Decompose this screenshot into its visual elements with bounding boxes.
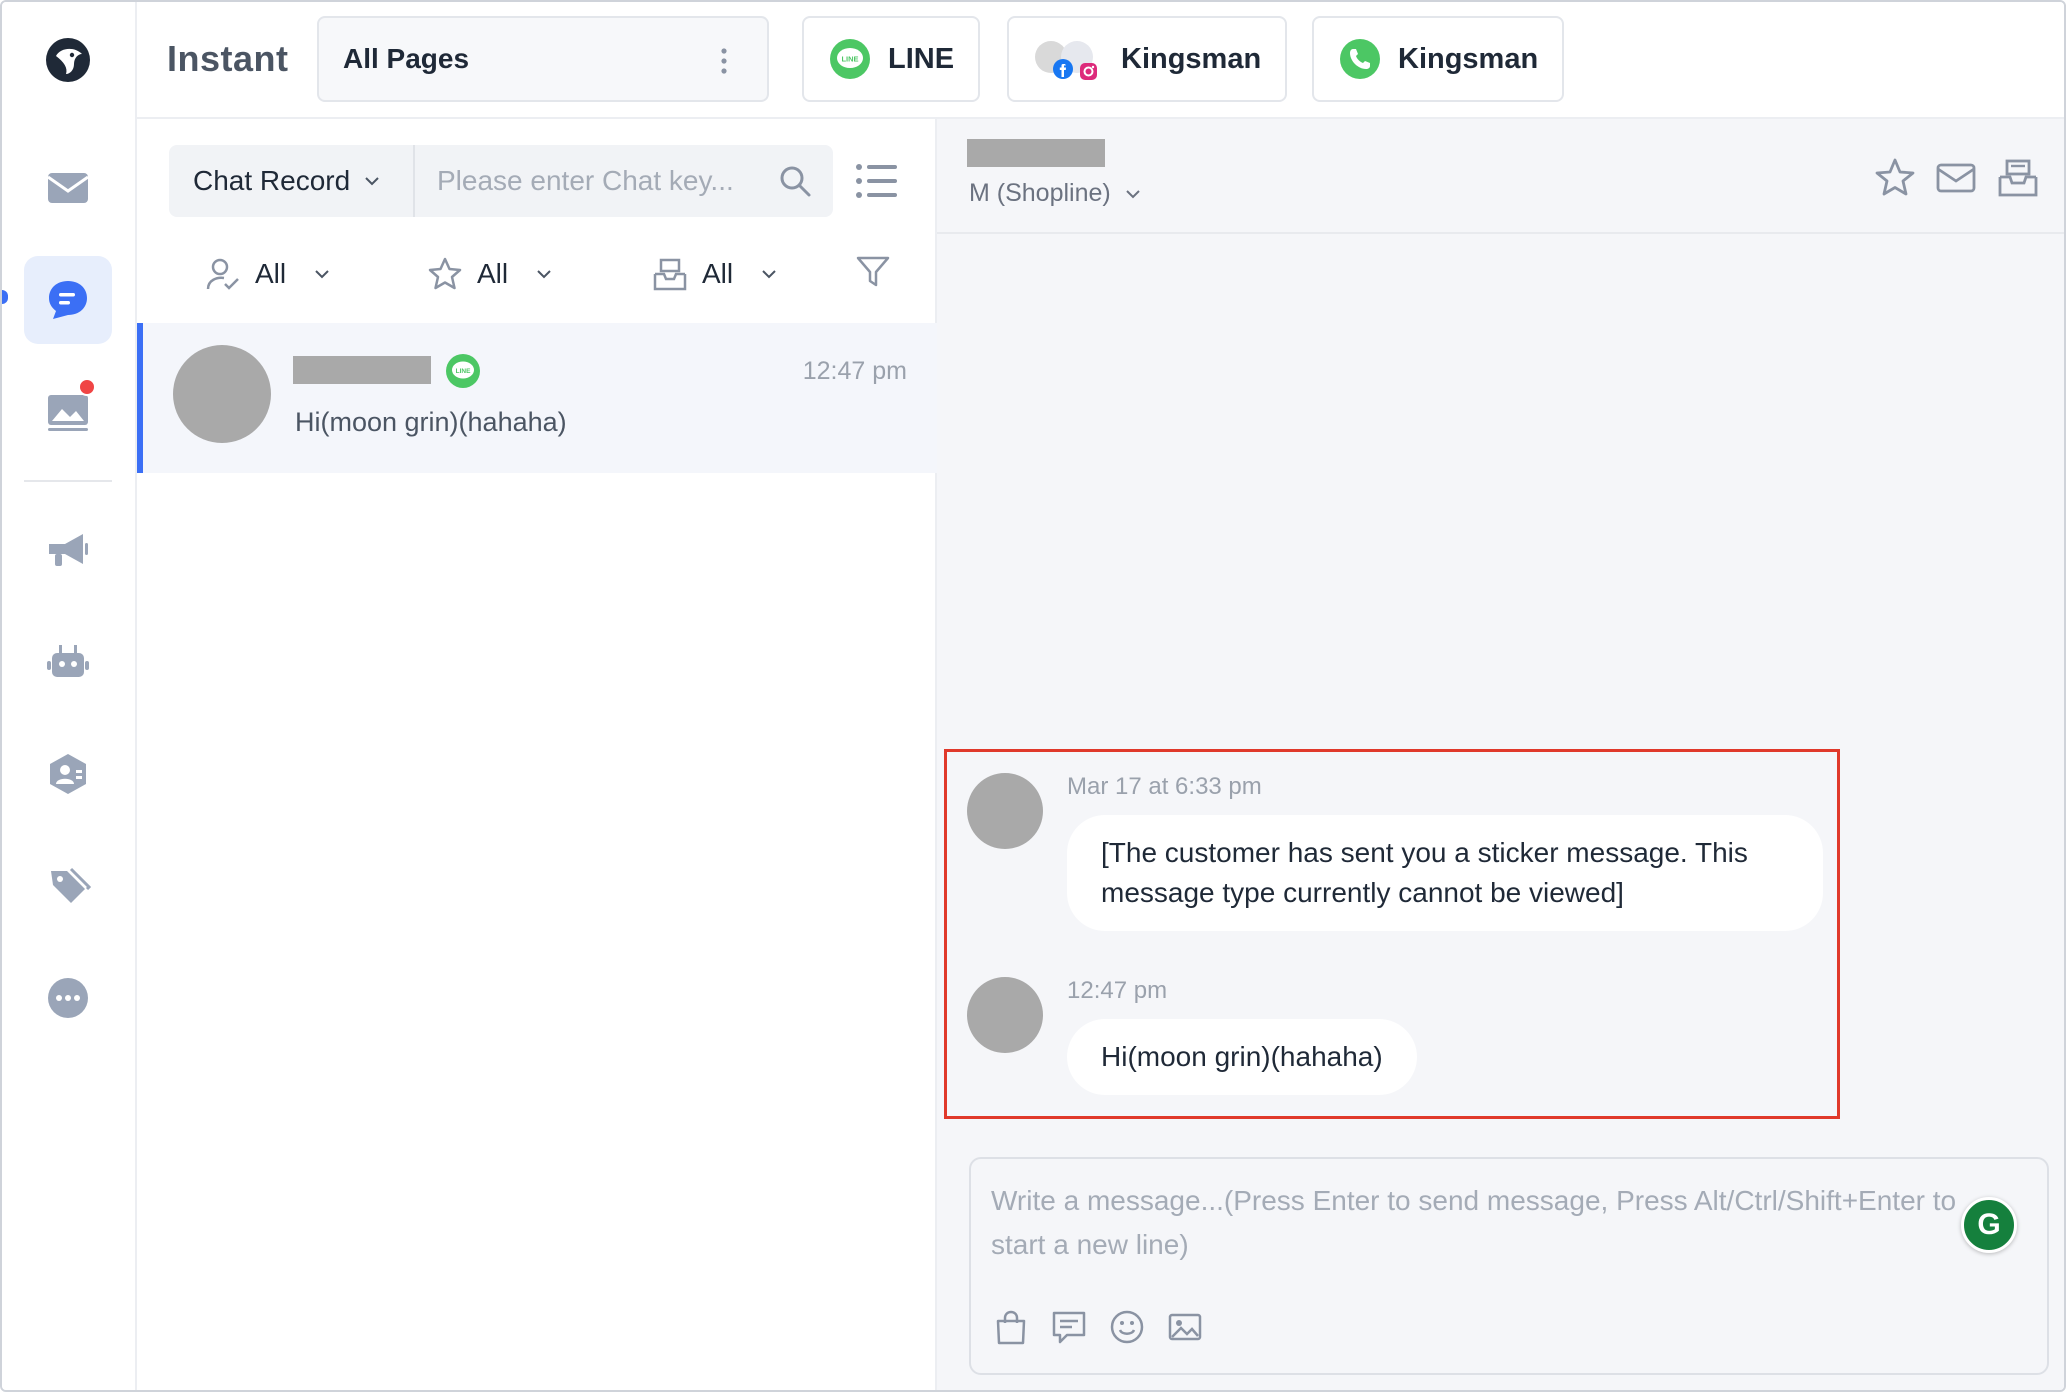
star-icon[interactable]	[1874, 157, 1916, 199]
notification-dot	[78, 378, 96, 396]
emoji-icon[interactable]	[1109, 1309, 1145, 1345]
rail-item-more[interactable]	[24, 954, 112, 1042]
channel-tab-label: Kingsman	[1398, 42, 1539, 75]
redacted-contact-name	[967, 139, 1105, 167]
chat-header: M (Shopline)	[937, 119, 2064, 234]
rail-item-broadcast[interactable]	[24, 506, 112, 594]
composer-toolbar	[993, 1309, 1203, 1345]
channel-tab-kingsman-whatsapp[interactable]: Kingsman	[1312, 16, 1565, 102]
chevron-down-icon	[315, 270, 329, 279]
chevron-down-icon	[365, 177, 379, 186]
message-time: 12:47 pm	[1067, 977, 1168, 1004]
facebook-instagram-icon	[1035, 41, 1097, 80]
inbox-icon	[653, 258, 687, 291]
channel-tab-label: LINE	[888, 42, 955, 75]
star-filter[interactable]: All	[427, 249, 552, 299]
conversation-list-pane: Chat Record All All All	[137, 119, 937, 1390]
quick-reply-icon[interactable]	[1051, 1309, 1087, 1345]
grammarly-button[interactable]: G	[1961, 1197, 2017, 1253]
tags-icon	[51, 867, 91, 903]
assignee-icon	[206, 258, 239, 290]
message-bubble: Hi(moon grin)(hahaha)	[1067, 1019, 1417, 1095]
redacted-contact-name	[293, 356, 431, 384]
pages-select[interactable]: All Pages	[317, 16, 769, 102]
rail-item-bot[interactable]	[24, 618, 112, 706]
channel-tab-kingsman-meta[interactable]: Kingsman	[1007, 16, 1288, 102]
message-time: Mar 17 at 6:33 pm	[1067, 773, 1262, 800]
record-type-select[interactable]: Chat Record	[169, 145, 415, 217]
bot-icon	[47, 645, 89, 677]
rail-item-contacts[interactable]	[24, 730, 112, 818]
rail-item-posts[interactable]	[24, 368, 112, 456]
store-label: M (Shopline)	[969, 179, 1111, 207]
chevron-down-icon	[1126, 189, 1140, 198]
conversation-preview: Hi(moon grin)(hahaha)	[295, 407, 567, 437]
inbox-filter[interactable]: All	[652, 249, 777, 299]
whatsapp-icon	[1340, 39, 1380, 79]
assignee-filter-label: All	[255, 258, 287, 289]
avatar	[967, 773, 1043, 849]
message-input[interactable]	[991, 1179, 1991, 1279]
message-bubble: [The customer has sent you a sticker mes…	[1067, 815, 1823, 931]
store-select[interactable]: M (Shopline)	[969, 179, 1141, 208]
posts-icon	[48, 395, 88, 431]
list-view-icon[interactable]	[855, 161, 899, 201]
message-composer	[969, 1157, 2049, 1375]
avatar	[967, 977, 1043, 1053]
conversation-item[interactable]: LINE 12:47 pm Hi(moon grin)(hahaha)	[137, 323, 937, 473]
channel-tab-line[interactable]: LINE LINE	[802, 16, 981, 102]
inbox-filter-label: All	[702, 258, 734, 289]
inbox-icon[interactable]	[1997, 157, 2039, 199]
contacts-icon	[50, 754, 86, 794]
rail-divider	[24, 480, 112, 482]
kebab-menu-icon[interactable]	[721, 48, 727, 74]
svg-text:LINE: LINE	[456, 368, 471, 375]
avatar	[173, 345, 271, 443]
star-filter-label: All	[477, 258, 509, 289]
search-bar: Chat Record	[169, 145, 833, 217]
rail-item-mail[interactable]	[24, 144, 112, 232]
shopping-bag-icon[interactable]	[993, 1309, 1029, 1345]
rail-item-tags[interactable]	[24, 842, 112, 930]
record-type-label: Chat Record	[193, 165, 351, 196]
top-bar: Instant All Pages LINE LINE Kingsman Kin…	[137, 2, 2064, 119]
search-icon[interactable]	[777, 163, 813, 199]
image-icon[interactable]	[1167, 1309, 1203, 1345]
search-input[interactable]	[419, 145, 779, 217]
assignee-filter[interactable]: All	[205, 249, 330, 299]
side-rail	[2, 2, 137, 1390]
broadcast-icon	[49, 534, 88, 566]
line-icon: LINE	[830, 39, 870, 79]
svg-text:LINE: LINE	[841, 55, 858, 64]
more-icon	[48, 978, 88, 1018]
pages-select-label: All Pages	[343, 43, 470, 74]
conversation-time: 12:47 pm	[802, 357, 907, 385]
filter-funnel-icon[interactable]	[855, 253, 891, 289]
chat-pane: M (Shopline) Mar 17 at 6:33 pm [The cust…	[937, 119, 2064, 1390]
chevron-down-icon	[537, 270, 551, 279]
chat-icon	[49, 281, 87, 319]
mail-icon[interactable]	[1935, 157, 1977, 199]
star-icon	[428, 257, 462, 290]
channel-tab-label: Kingsman	[1121, 42, 1262, 75]
app-title: Instant	[167, 38, 289, 79]
rail-item-chat[interactable]	[24, 256, 112, 344]
app-window: Instant All Pages LINE LINE Kingsman Kin…	[0, 0, 2066, 1392]
line-icon: LINE	[446, 354, 480, 388]
app-logo-icon[interactable]	[44, 36, 92, 84]
rail-active-indicator	[2, 290, 8, 304]
chevron-down-icon	[762, 270, 776, 279]
mail-icon	[47, 173, 89, 203]
